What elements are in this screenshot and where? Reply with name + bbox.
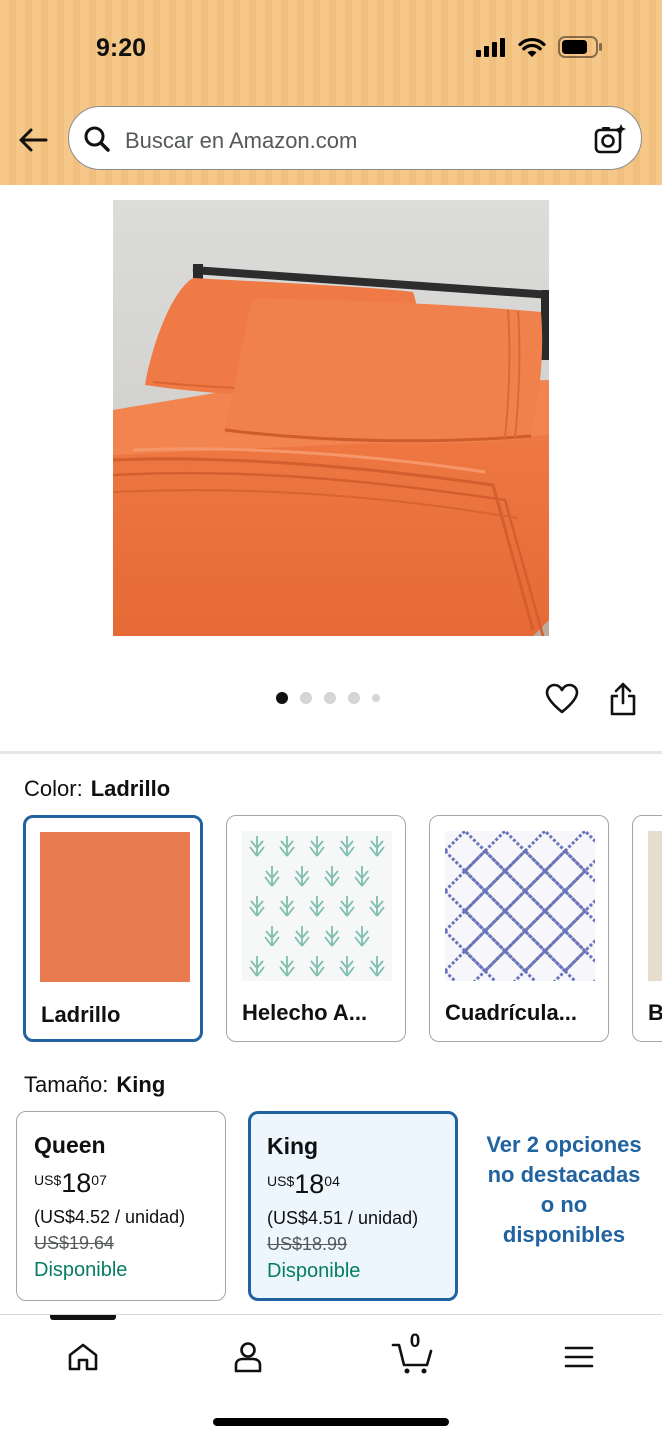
status-time: 9:20: [96, 34, 147, 62]
cart-count: 0: [409, 1331, 421, 1352]
size-option-title: Queen: [34, 1132, 106, 1158]
signal-icon: [476, 38, 505, 57]
price-fraction: 04: [324, 1173, 340, 1189]
color-label-text: Color:: [24, 776, 83, 801]
swatch-image: [242, 831, 392, 981]
search-input[interactable]: Buscar en Amazon.com: [125, 128, 357, 154]
color-swatch-cuadricula[interactable]: Cuadrícula...: [429, 815, 609, 1042]
price-whole: 18: [61, 1168, 92, 1198]
nav-cart[interactable]: 0: [383, 1331, 443, 1379]
section-divider: [0, 751, 662, 754]
carousel-dot[interactable]: [324, 692, 336, 704]
color-label: Color: Ladrillo: [24, 776, 170, 802]
price-whole: 18: [294, 1169, 325, 1199]
color-selected-value: Ladrillo: [90, 776, 171, 801]
size-label-text: Tamaño:: [24, 1072, 109, 1097]
menu-icon: [564, 1346, 594, 1368]
search-bar[interactable]: Buscar en Amazon.com: [68, 106, 642, 170]
image-carousel-dots[interactable]: [276, 692, 380, 704]
price-currency: US$: [267, 1173, 295, 1189]
share-icon[interactable]: [607, 681, 639, 717]
price-currency: US$: [34, 1172, 62, 1188]
carousel-dot[interactable]: [276, 692, 288, 704]
availability: Disponible: [267, 1260, 361, 1282]
swatch-label: Helecho A...: [242, 1000, 368, 1025]
price-fraction: 07: [91, 1172, 107, 1188]
carousel-dot[interactable]: [348, 692, 360, 704]
unit-price: (US$4.52 / unidad): [34, 1207, 186, 1227]
camera-search-icon[interactable]: [593, 122, 627, 156]
swatch-image: [648, 831, 662, 981]
size-option-title: King: [267, 1133, 319, 1159]
heart-icon[interactable]: [545, 683, 579, 715]
size-label: Tamaño: King: [24, 1072, 165, 1098]
nav-menu[interactable]: [549, 1335, 609, 1379]
header: 9:20 Buscar en Amazon.com: [0, 0, 662, 185]
availability: Disponible: [34, 1259, 128, 1281]
swatch-label: Cuadrícula...: [445, 1000, 578, 1025]
more-options-link[interactable]: Ver 2 opciones no destacadas o no dispon…: [478, 1130, 650, 1250]
color-swatch-helecho[interactable]: Helecho A...: [226, 815, 406, 1042]
product-image[interactable]: [113, 200, 549, 636]
swatch-image: [40, 832, 190, 982]
carousel-dot[interactable]: [372, 694, 380, 702]
price: US$ 18 04: [267, 1169, 340, 1200]
wifi-icon: [518, 37, 546, 57]
size-selected-value: King: [116, 1072, 166, 1097]
swatch-image: [445, 831, 595, 981]
nav-home[interactable]: [53, 1335, 113, 1379]
search-icon: [84, 126, 110, 152]
status-icons: [476, 36, 604, 58]
list-price: US$18.99: [267, 1234, 348, 1254]
carousel-dot[interactable]: [300, 692, 312, 704]
account-icon: [234, 1342, 262, 1373]
color-swatch-partial[interactable]: B: [632, 815, 662, 1042]
back-arrow-icon[interactable]: [16, 122, 52, 158]
size-option-queen[interactable]: Queen US$ 18 07 (US$4.52 / unidad) US$19…: [16, 1111, 226, 1301]
size-option-king[interactable]: King US$ 18 04 (US$4.51 / unidad) US$18.…: [248, 1111, 458, 1301]
nav-account[interactable]: [218, 1335, 278, 1379]
list-price: US$19.64: [34, 1233, 115, 1253]
color-swatch-ladrillo[interactable]: Ladrillo: [23, 815, 203, 1042]
home-indicator: [213, 1418, 449, 1426]
swatch-label: Ladrillo: [41, 1002, 121, 1027]
nav-active-indicator: [50, 1315, 116, 1320]
swatch-label: B: [648, 1000, 662, 1026]
battery-icon: [558, 36, 602, 58]
home-icon: [68, 1343, 98, 1371]
price: US$ 18 07: [34, 1168, 107, 1199]
unit-price: (US$4.51 / unidad): [267, 1208, 419, 1228]
